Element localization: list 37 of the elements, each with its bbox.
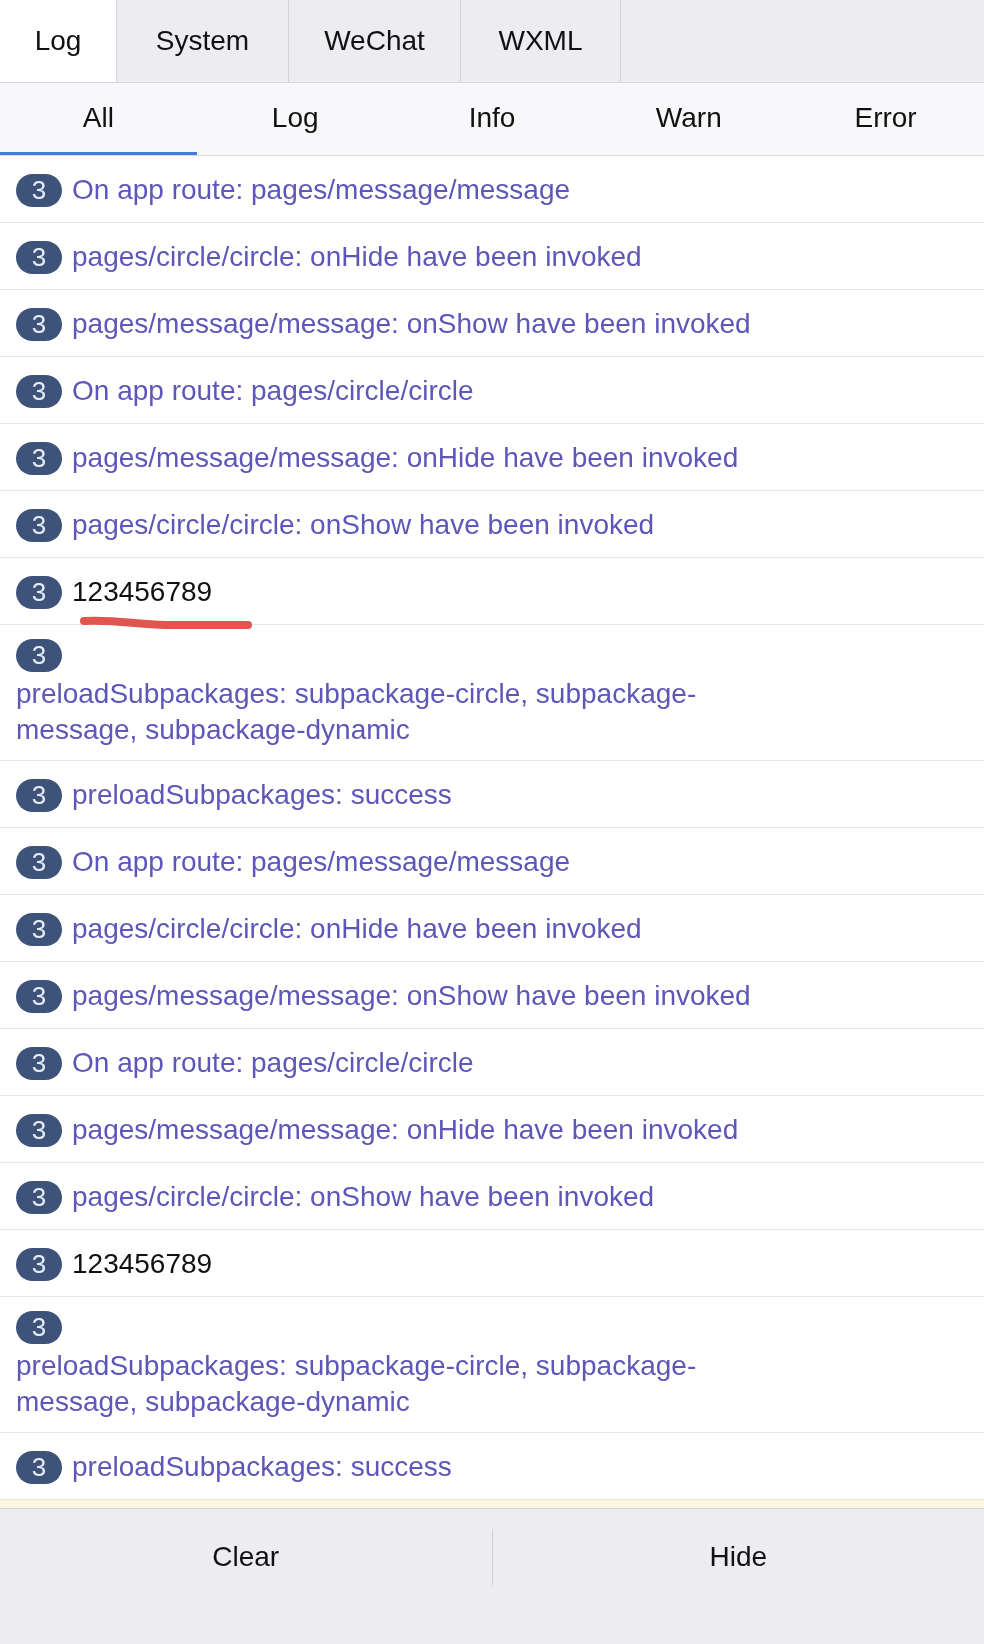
repeat-count-badge: 3 [16,1046,62,1080]
repeat-count-badge: 3 [16,173,62,207]
repeat-count-badge: 3 [16,1113,62,1147]
log-message: pages/circle/circle: onHide have been invoked [72,240,642,274]
repeat-count-badge: 3 [16,307,62,341]
repeat-count-badge: 3 [16,1247,62,1281]
repeat-count-badge: 3 [16,1450,62,1484]
log-message: pages/message/message: onShow have been invoked [72,979,751,1013]
log-message: On app route: pages/message/message [72,845,571,879]
repeat-count-badge: 3 [16,1311,62,1344]
log-message: On app route: pages/message/message [72,173,571,207]
repeat-count-badge: 3 [16,912,62,946]
repeat-count-badge: 3 [16,778,62,812]
repeat-count-badge: 3 [16,441,62,475]
repeat-count-badge: 3 [16,240,62,274]
log-message: preloadSubpackages: subpackage-circle, subpackage-message, subpackage-dynamic [16,677,698,747]
log-message: pages/message/message: onHide have been invoked [72,441,739,475]
repeat-count-badge: 3 [16,845,62,879]
repeat-count-badge: 3 [16,979,62,1013]
log-message: preloadSubpackages: subpackage-circle, subpackage-message, subpackage-dynamic [16,1349,698,1419]
log-message: pages/circle/circle: onShow have been invoked [72,1180,655,1214]
log-message: pages/message/message: onHide have been invoked [72,1113,739,1147]
repeat-count-badge: 3 [16,1180,62,1214]
log-message: 123456789 [72,575,213,609]
repeat-count-badge: 3 [16,374,62,408]
log-message: pages/circle/circle: onShow have been invoked [72,508,655,542]
tab[interactable]: Log [0,0,117,82]
repeat-count-badge: 3 [16,575,62,609]
log-message: 123456789 [72,1247,213,1281]
repeat-count-badge: 3 [16,508,62,542]
log-message: preloadSubpackages: success [72,1450,452,1484]
repeat-count-badge: 3 [16,639,62,672]
log-message: preloadSubpackages: success [72,778,452,812]
log-message: On app route: pages/circle/circle [72,374,474,408]
log-message: On app route: pages/circle/circle [72,1046,474,1080]
log-message: pages/circle/circle: onHide have been invoked [72,912,642,946]
log-message: pages/message/message: onShow have been invoked [72,307,751,341]
